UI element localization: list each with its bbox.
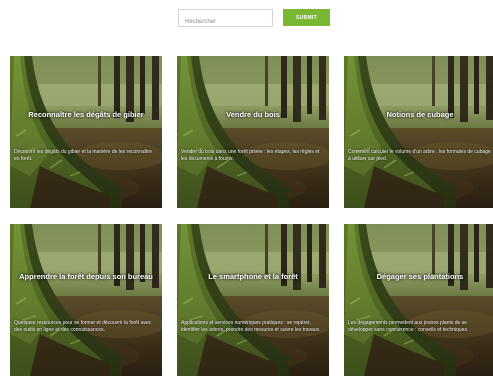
article-card[interactable]: Reconnaître les dégâts de gibier Découvr… xyxy=(10,56,162,208)
forest-thumbnail xyxy=(177,224,329,376)
forest-thumbnail xyxy=(344,224,493,376)
article-card[interactable]: Vendre du bois Vendre du bois dans une f… xyxy=(177,56,329,208)
card-title: Apprendre la forêt depuis son bureau xyxy=(19,272,153,281)
article-card[interactable]: Dégager ses plantations Les dégagements … xyxy=(344,224,493,376)
card-description: Les dégagements permettent aux jeunes pl… xyxy=(348,320,469,333)
card-title: Dégager ses plantations xyxy=(376,272,464,281)
card-title: Vendre du bois xyxy=(226,110,280,119)
card-title: Notions de cubage xyxy=(386,110,454,119)
article-grid: Reconnaître les dégâts de gibier Découvr… xyxy=(10,56,493,376)
card-title: Reconnaître les dégâts de gibier xyxy=(28,110,144,119)
card-description: Applications et services numériques prat… xyxy=(181,320,321,333)
article-card[interactable]: Notions de cubage Comment calculer le vo… xyxy=(344,56,493,208)
forest-thumbnail xyxy=(344,56,493,208)
card-description: Quelques ressources pour se former et dé… xyxy=(14,320,152,333)
search-box[interactable] xyxy=(178,9,273,30)
card-description: Comment calculer le volume d'un arbre : … xyxy=(348,149,491,162)
search-input[interactable] xyxy=(179,14,272,30)
card-title: Le smartphone et la forêt xyxy=(208,272,298,281)
article-card[interactable]: Apprendre la forêt depuis son bureau Que… xyxy=(10,224,162,376)
submit-button[interactable]: SUBMIT xyxy=(283,9,330,26)
article-card[interactable]: Le smartphone et la forêt Applications e… xyxy=(177,224,329,376)
forest-thumbnail xyxy=(177,56,329,208)
card-description: Vendre du bois dans une forêt privée : l… xyxy=(181,149,320,162)
card-description: Découvrir les dégâts du gibier et la man… xyxy=(14,149,152,162)
forest-thumbnail xyxy=(10,56,162,208)
forest-thumbnail xyxy=(10,224,162,376)
